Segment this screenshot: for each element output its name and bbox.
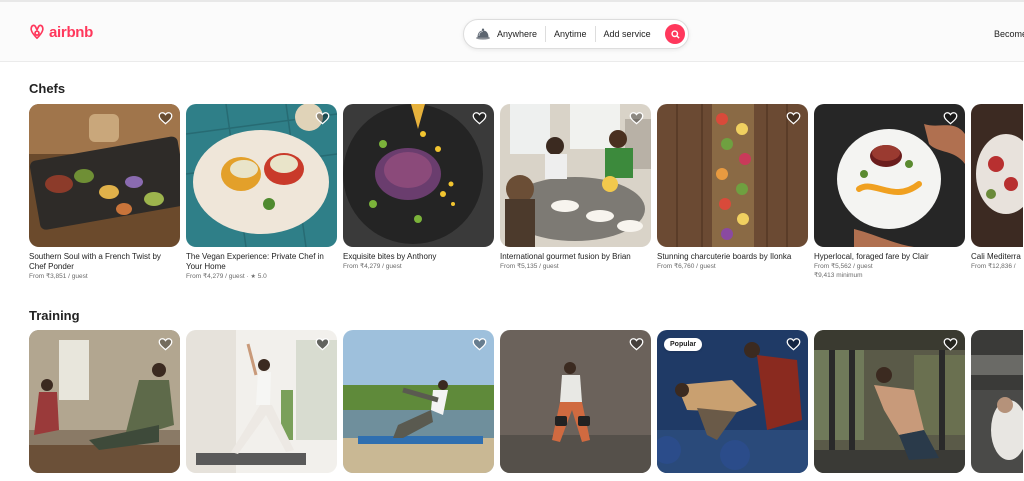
card-price: From ₹4,279 / guest xyxy=(343,263,402,270)
heart-icon[interactable] xyxy=(943,337,958,351)
card-image[interactable] xyxy=(500,330,651,473)
top-bar: airbnb Anywhere Anytime Add service Beco… xyxy=(0,0,1024,62)
training-card[interactable] xyxy=(343,330,494,473)
search-where[interactable]: Anywhere xyxy=(492,20,545,48)
airbnb-logo-icon xyxy=(30,24,44,40)
chef-card[interactable]: Hyperlocal, foraged fare by Clair From ₹… xyxy=(814,104,965,282)
training-card[interactable] xyxy=(971,330,1023,473)
training-card[interactable] xyxy=(814,330,965,473)
card-rating: 5.0 xyxy=(257,273,267,280)
card-image[interactable] xyxy=(657,104,808,247)
heart-icon[interactable] xyxy=(315,337,330,351)
chef-card[interactable]: Stunning charcuterie boards by Ilonka Fr… xyxy=(657,104,808,282)
card-price: From ₹5,562 / guest xyxy=(814,263,873,270)
card-title: Cali Mediterra xyxy=(971,252,1021,261)
card-image[interactable] xyxy=(814,330,965,473)
search-what[interactable]: Add service xyxy=(596,20,659,48)
card-image[interactable] xyxy=(186,330,337,473)
card-price: From ₹3,851 / guest xyxy=(29,273,88,280)
become-host-link[interactable]: Become xyxy=(994,29,1024,39)
training-card[interactable] xyxy=(500,330,651,473)
search-bar[interactable]: Anywhere Anytime Add service xyxy=(463,19,689,49)
popular-badge: Popular xyxy=(664,338,703,351)
card-image[interactable] xyxy=(814,104,965,247)
card-title: Stunning charcuterie boards by Ilonka xyxy=(657,252,792,261)
section-title-training: Training xyxy=(29,308,80,323)
card-image[interactable] xyxy=(971,330,1023,473)
heart-icon[interactable] xyxy=(158,111,173,125)
heart-icon[interactable] xyxy=(472,337,487,351)
heart-icon[interactable] xyxy=(629,111,644,125)
card-image[interactable] xyxy=(186,104,337,247)
training-card[interactable] xyxy=(186,330,337,473)
card-image[interactable] xyxy=(29,104,180,247)
chefs-row: Southern Soul with a French Twist by Che… xyxy=(29,104,1023,282)
card-title: The Vegan Experience: Private Chef in Yo… xyxy=(186,252,324,271)
training-card[interactable]: Popular xyxy=(657,330,808,473)
card-price-rating: From ₹4,279 / guest · ★ 5.0 xyxy=(186,273,267,280)
card-price: From ₹12,836 / xyxy=(971,263,1016,270)
training-row: Popular xyxy=(29,330,1023,473)
heart-icon[interactable] xyxy=(158,337,173,351)
service-bell-icon xyxy=(474,25,492,43)
card-title: Hyperlocal, foraged fare by Clair xyxy=(814,252,929,261)
card-title: Southern Soul with a French Twist by Che… xyxy=(29,252,161,271)
chef-card[interactable]: The Vegan Experience: Private Chef in Yo… xyxy=(186,104,337,282)
chef-card[interactable]: Cali Mediterra From ₹12,836 / xyxy=(971,104,1023,282)
section-title-chefs: Chefs xyxy=(29,81,66,96)
heart-icon[interactable] xyxy=(315,111,330,125)
card-title: Exquisite bites by Anthony xyxy=(343,252,437,261)
search-button[interactable] xyxy=(665,24,685,44)
card-image[interactable] xyxy=(971,104,1023,247)
heart-icon[interactable] xyxy=(786,337,801,351)
search-when[interactable]: Anytime xyxy=(546,20,595,48)
card-image[interactable] xyxy=(343,330,494,473)
star-icon: ★ xyxy=(250,274,256,280)
card-title: International gourmet fusion by Brian xyxy=(500,252,631,261)
card-image[interactable] xyxy=(343,104,494,247)
heart-icon[interactable] xyxy=(786,111,801,125)
card-price: From ₹5,135 / guest xyxy=(500,263,559,270)
heart-icon[interactable] xyxy=(472,111,487,125)
card-image[interactable]: Popular xyxy=(657,330,808,473)
card-image[interactable] xyxy=(29,330,180,473)
logo-text: airbnb xyxy=(49,23,94,41)
card-minimum: ₹9,413 minimum xyxy=(814,272,863,279)
search-icon xyxy=(670,29,680,39)
chef-card[interactable]: Exquisite bites by Anthony From ₹4,279 /… xyxy=(343,104,494,282)
heart-icon[interactable] xyxy=(629,337,644,351)
chef-card[interactable]: International gourmet fusion by Brian Fr… xyxy=(500,104,651,282)
card-image[interactable] xyxy=(500,104,651,247)
chef-card[interactable]: Southern Soul with a French Twist by Che… xyxy=(29,104,180,282)
heart-icon[interactable] xyxy=(943,111,958,125)
airbnb-logo[interactable]: airbnb xyxy=(28,22,93,42)
card-price: From ₹4,279 / guest xyxy=(186,273,245,280)
training-card[interactable] xyxy=(29,330,180,473)
card-price: From ₹6,760 / guest xyxy=(657,263,716,270)
